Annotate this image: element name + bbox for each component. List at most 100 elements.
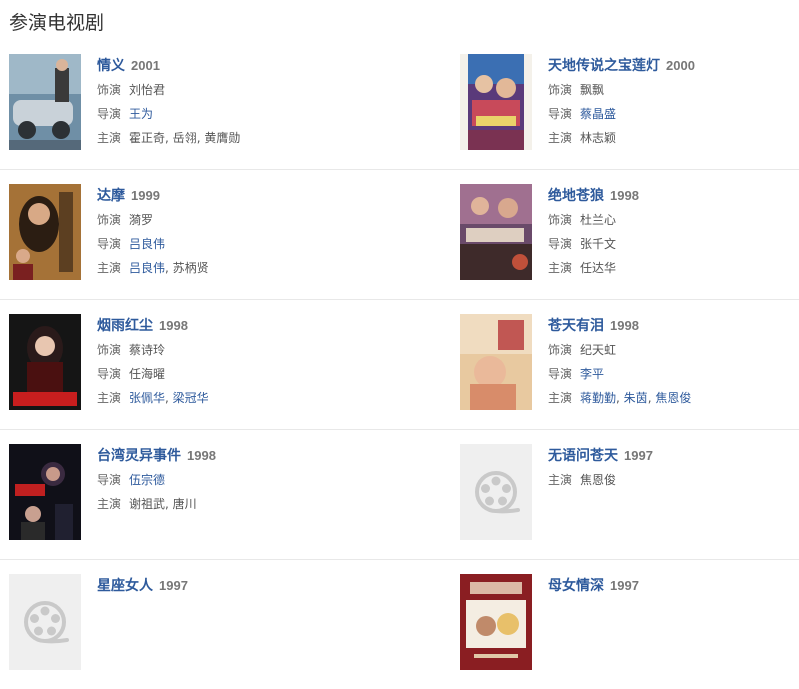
- drama-year: 1998: [159, 318, 188, 333]
- drama-poster-placeholder[interactable]: [460, 444, 532, 540]
- poster-image: [460, 314, 532, 410]
- person-link[interactable]: 张佩华: [129, 391, 165, 405]
- drama-year: 1998: [610, 188, 639, 203]
- drama-title-link[interactable]: 母女情深: [548, 578, 604, 594]
- drama-title-link[interactable]: 台湾灵异事件: [97, 448, 181, 464]
- drama-item-3: 绝地苍狼 1998 饰演 杜兰心 导演 张千文 主演 任达华: [460, 184, 799, 284]
- director-label: 导演: [548, 237, 573, 251]
- drama-year: 1997: [610, 578, 639, 593]
- director-line: 导演 吕良伟: [97, 232, 347, 256]
- role-label: 饰演: [97, 343, 122, 357]
- drama-title-link[interactable]: 情义: [97, 58, 125, 74]
- drama-poster-placeholder[interactable]: [9, 574, 81, 670]
- drama-row: 烟雨红尘 1998 饰演 蔡诗玲 导演 任海曜 主演 张佩华, 梁冠华 苍天有泪 1998…: [0, 300, 799, 430]
- director-line: 导演 张千文: [548, 232, 798, 256]
- person-link[interactable]: 蔡晶盛: [580, 107, 616, 121]
- role-label: 饰演: [548, 83, 573, 97]
- drama-title-link[interactable]: 绝地苍狼: [548, 188, 604, 204]
- person-name: 任海曜: [129, 367, 166, 381]
- cast-line: 主演 任达华: [548, 256, 798, 280]
- drama-poster[interactable]: [9, 184, 81, 280]
- director-label: 导演: [97, 367, 122, 381]
- separator: ,: [165, 261, 173, 275]
- drama-info: 天地传说之宝莲灯 2000 饰演 飘飘 导演 蔡晶盛 主演 林志颖: [548, 54, 798, 150]
- drama-poster[interactable]: [9, 54, 81, 150]
- drama-poster[interactable]: [460, 314, 532, 410]
- person-name: 霍正奇: [129, 131, 166, 145]
- person-link[interactable]: 梁冠华: [173, 391, 209, 405]
- cast-label: 主演: [97, 497, 122, 511]
- person-link[interactable]: 吕良伟: [129, 237, 165, 251]
- drama-info: 烟雨红尘 1998 饰演 蔡诗玲 导演 任海曜 主演 张佩华, 梁冠华: [97, 314, 347, 410]
- poster-image: [460, 184, 532, 280]
- cast-line: 主演 霍正奇, 岳翎, 黄膺勋: [97, 126, 347, 150]
- drama-poster[interactable]: [9, 444, 81, 540]
- drama-year: 1998: [610, 318, 639, 333]
- person-name: 张千文: [580, 237, 617, 251]
- drama-year: 2001: [131, 58, 160, 73]
- person-link[interactable]: 蒋勤勤: [580, 391, 616, 405]
- section-title: 参演电视剧: [9, 12, 105, 34]
- role-label: 饰演: [97, 213, 122, 227]
- drama-year: 1999: [131, 188, 160, 203]
- drama-poster[interactable]: [460, 184, 532, 280]
- cast-label: 主演: [97, 391, 122, 405]
- cast-line: 主演 焦恩俊: [548, 468, 798, 492]
- person-link[interactable]: 王为: [129, 107, 153, 121]
- drama-item-8: 星座女人 1997: [9, 574, 349, 674]
- role-label: 饰演: [548, 343, 573, 357]
- person-link[interactable]: 朱茵: [624, 391, 648, 405]
- role-name: 纪天虹: [580, 343, 617, 357]
- drama-poster[interactable]: [460, 574, 532, 670]
- person-link[interactable]: 吕良伟: [129, 261, 165, 275]
- drama-title-link[interactable]: 无语问苍天: [548, 448, 618, 464]
- separator: ,: [165, 391, 173, 405]
- drama-item-1: 天地传说之宝莲灯 2000 饰演 飘飘 导演 蔡晶盛 主演 林志颖: [460, 54, 799, 154]
- cast-line: 主演 吕良伟, 苏柄贤: [97, 256, 347, 280]
- poster-image: [460, 574, 532, 670]
- drama-info: 达摩 1999 饰演 漪罗 导演 吕良伟 主演 吕良伟, 苏柄贤: [97, 184, 347, 280]
- drama-year: 2000: [666, 58, 695, 73]
- poster-image: [9, 184, 81, 280]
- drama-info: 母女情深 1997: [548, 574, 798, 598]
- drama-poster[interactable]: [9, 314, 81, 410]
- director-line: 导演 伍宗德: [97, 468, 347, 492]
- drama-item-6: 台湾灵异事件 1998 导演 伍宗德 主演 谢祖武, 唐川: [9, 444, 349, 544]
- role-line: 饰演 漪罗: [97, 208, 347, 232]
- separator: ,: [616, 391, 624, 405]
- person-name: 谢祖武: [129, 497, 166, 511]
- person-link[interactable]: 李平: [580, 367, 604, 381]
- role-line: 饰演 飘飘: [548, 78, 798, 102]
- person-name: 岳翎: [172, 131, 197, 145]
- drama-year: 1997: [624, 448, 653, 463]
- drama-info: 台湾灵异事件 1998 导演 伍宗德 主演 谢祖武, 唐川: [97, 444, 347, 516]
- drama-title-link[interactable]: 天地传说之宝莲灯: [548, 58, 660, 74]
- cast-label: 主演: [97, 261, 122, 275]
- role-line: 饰演 纪天虹: [548, 338, 798, 362]
- director-line: 导演 任海曜: [97, 362, 347, 386]
- drama-title-link[interactable]: 苍天有泪: [548, 318, 604, 334]
- poster-image: [460, 54, 532, 150]
- cast-line: 主演 林志颖: [548, 126, 798, 150]
- person-link[interactable]: 伍宗德: [129, 473, 165, 487]
- poster-image: [9, 444, 81, 540]
- cast-label: 主演: [548, 261, 573, 275]
- person-link[interactable]: 焦恩俊: [655, 391, 691, 405]
- role-name: 飘飘: [580, 83, 605, 97]
- drama-row: 星座女人 1997 母女情深 1997: [0, 560, 799, 689]
- director-line: 导演 王为: [97, 102, 347, 126]
- cast-label: 主演: [97, 131, 122, 145]
- role-label: 饰演: [548, 213, 573, 227]
- director-line: 导演 蔡晶盛: [548, 102, 798, 126]
- drama-title-link[interactable]: 星座女人: [97, 578, 153, 594]
- cast-line: 主演 谢祖武, 唐川: [97, 492, 347, 516]
- film-reel-icon: [9, 574, 81, 670]
- person-name: 林志颖: [580, 131, 617, 145]
- drama-title-link[interactable]: 烟雨红尘: [97, 318, 153, 334]
- drama-info: 星座女人 1997: [97, 574, 347, 598]
- person-name: 焦恩俊: [580, 473, 617, 487]
- role-line: 饰演 杜兰心: [548, 208, 798, 232]
- drama-title-link[interactable]: 达摩: [97, 188, 125, 204]
- cast-label: 主演: [548, 391, 573, 405]
- drama-poster[interactable]: [460, 54, 532, 150]
